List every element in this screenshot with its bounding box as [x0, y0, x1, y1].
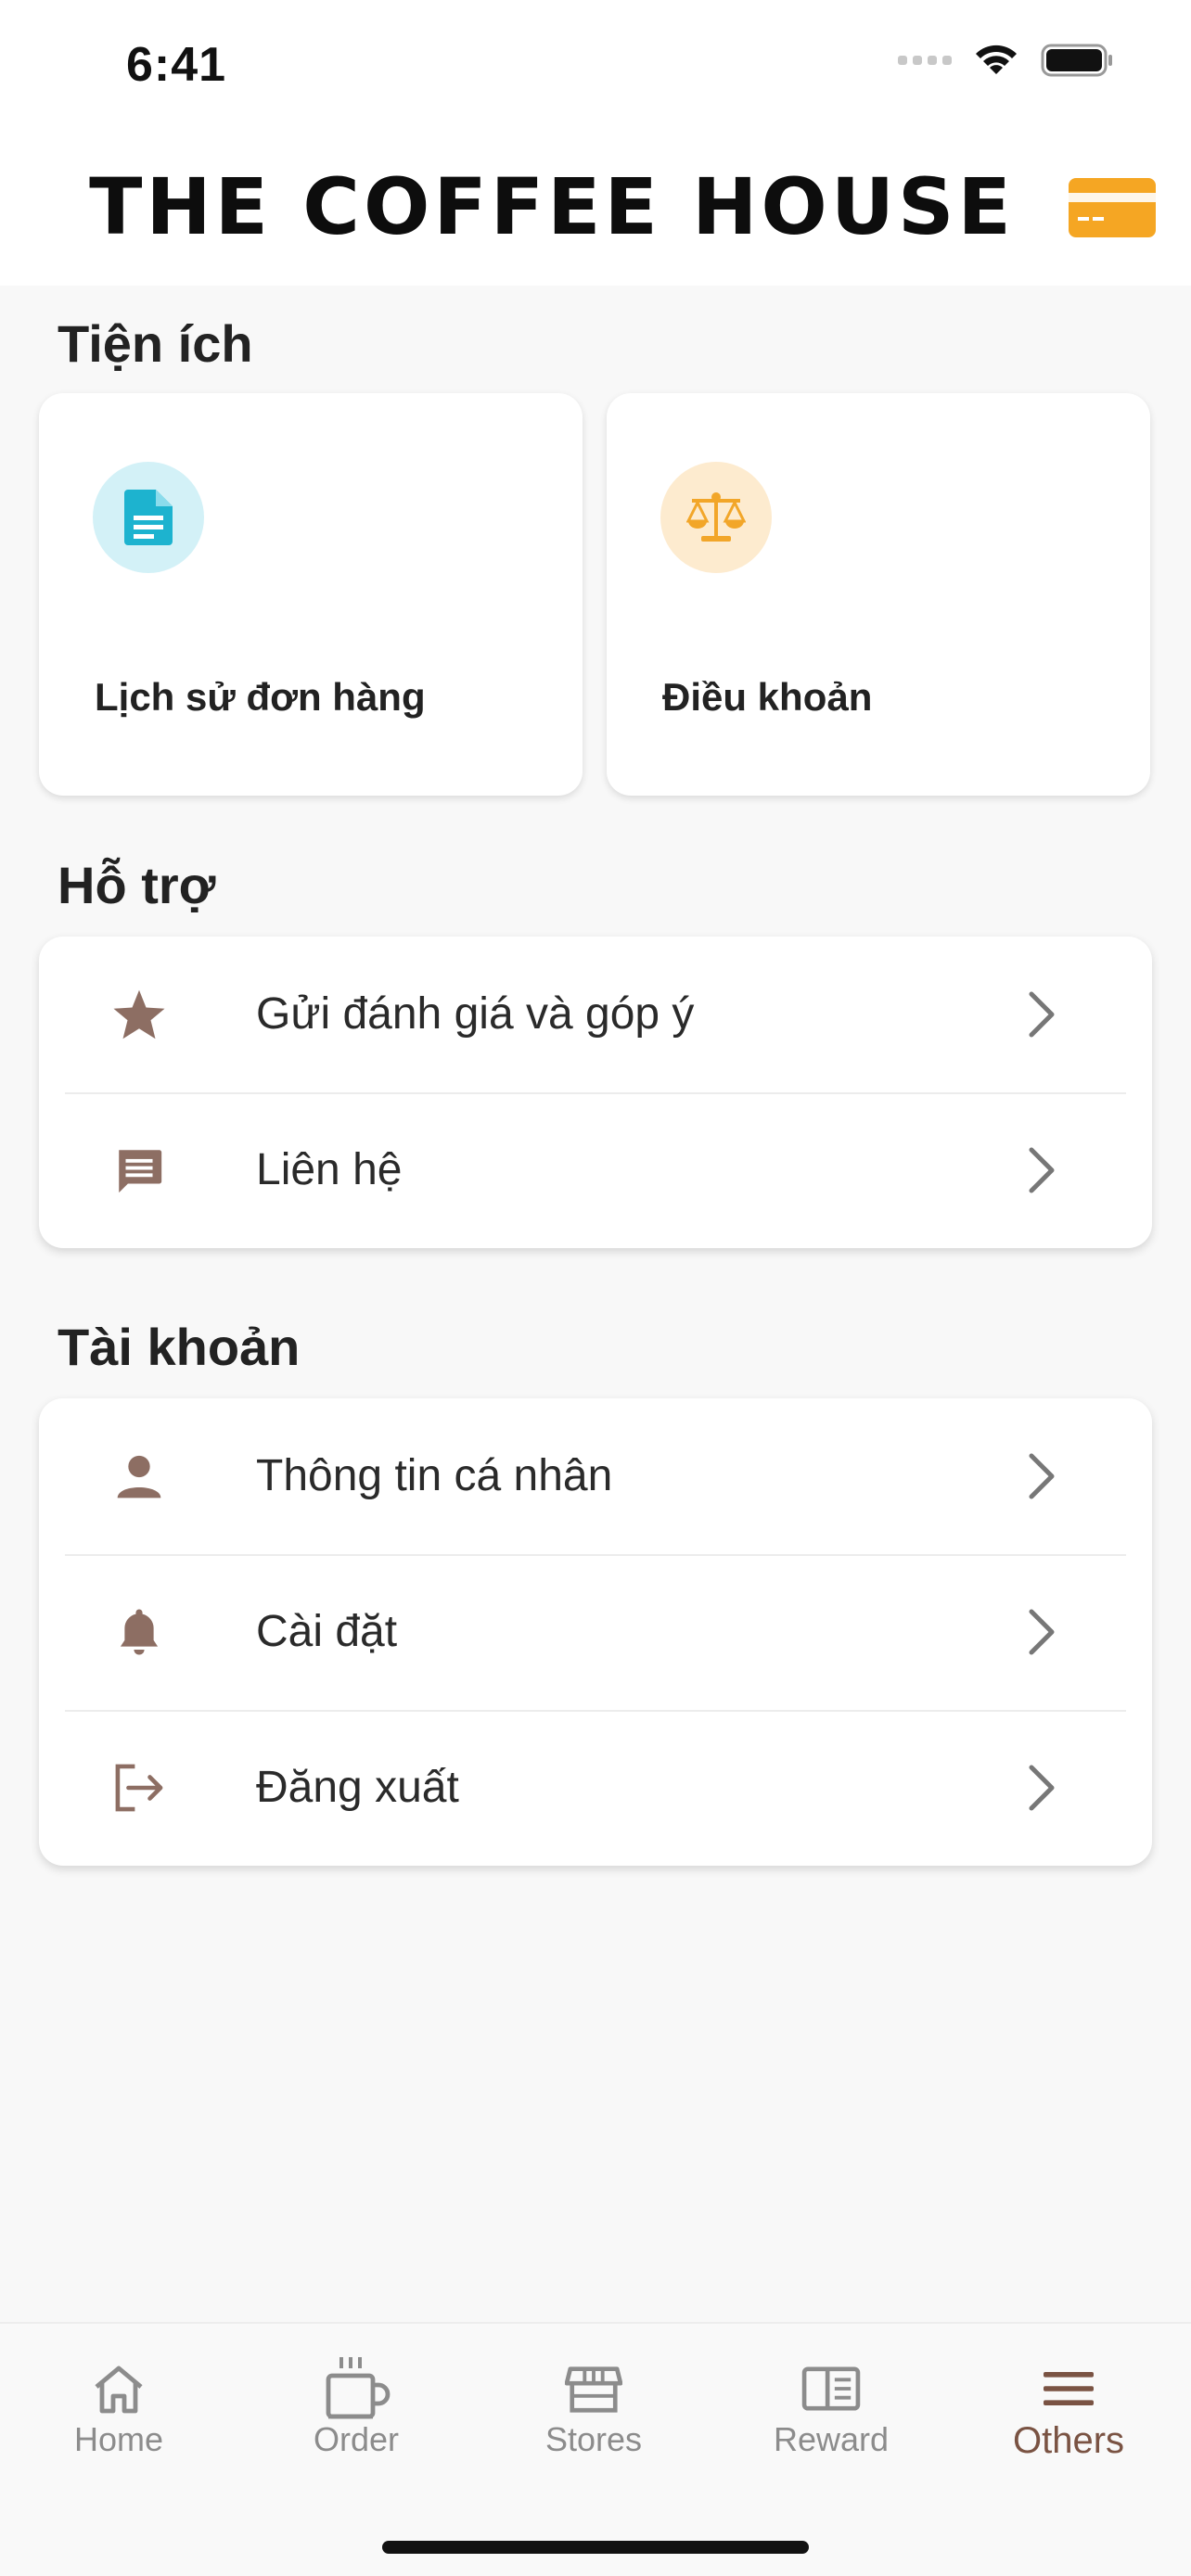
logout-icon: [111, 1760, 167, 1816]
message-icon: [111, 1142, 167, 1198]
store-icon: [557, 2352, 631, 2426]
chevron-right-icon: [1029, 1453, 1055, 1499]
status-bar: 6:41: [0, 0, 1191, 130]
menu-icon: [1031, 2352, 1106, 2426]
brand-logo: THE COFFEE HOUSE: [89, 161, 1015, 252]
tab-home-label: Home: [73, 2420, 164, 2458]
tab-reward-label: Reward: [773, 2420, 890, 2458]
document-icon: [93, 462, 204, 573]
section-title-account: Tài khoản: [58, 1318, 301, 1376]
tab-stores-label: Stores: [544, 2420, 643, 2458]
tab-others[interactable]: Others: [950, 2324, 1187, 2481]
app-header: THE COFFEE HOUSE: [0, 130, 1191, 286]
chevron-right-icon: [1029, 1765, 1055, 1811]
tab-order-label: Order: [313, 2420, 400, 2458]
section-title-support: Hỗ trợ: [58, 856, 216, 914]
status-time: 6:41: [126, 38, 227, 92]
home-icon: [82, 2352, 156, 2426]
list-item-logout[interactable]: Đăng xuất: [39, 1710, 1152, 1866]
settings-label: Cài đặt: [256, 1607, 398, 1656]
chevron-right-icon: [1029, 1147, 1055, 1193]
tab-stores[interactable]: Stores: [475, 2324, 712, 2481]
star-icon: [111, 987, 167, 1042]
home-indicator: [382, 2541, 809, 2554]
support-list: Gửi đánh giá và góp ý Liên hệ: [39, 937, 1152, 1248]
membership-card-icon[interactable]: [1069, 178, 1156, 237]
battery-icon: [1041, 44, 1112, 77]
list-item-feedback[interactable]: Gửi đánh giá và góp ý: [39, 937, 1152, 1092]
section-title-utilities: Tiện ích: [58, 314, 253, 373]
account-list: Thông tin cá nhân Cài đặt Đăng xuất: [39, 1398, 1152, 1866]
chevron-right-icon: [1029, 1609, 1055, 1655]
tab-order[interactable]: Order: [237, 2324, 475, 2481]
bottom-tab-bar: Home Order Stores Reward Others: [0, 2322, 1191, 2576]
order-history-card[interactable]: Lịch sử đơn hàng: [39, 393, 583, 796]
list-item-settings[interactable]: Cài đặt: [39, 1554, 1152, 1710]
tab-reward[interactable]: Reward: [712, 2324, 950, 2481]
feedback-label: Gửi đánh giá và góp ý: [256, 989, 695, 1039]
bell-icon: [111, 1604, 167, 1660]
person-icon: [111, 1448, 167, 1504]
coffee-cup-icon: [319, 2352, 393, 2426]
cellular-signal-icon: [898, 56, 952, 65]
logout-label: Đăng xuất: [256, 1763, 459, 1812]
reward-book-icon: [794, 2352, 868, 2426]
scale-icon: [660, 462, 772, 573]
tab-home[interactable]: Home: [0, 2324, 237, 2481]
order-history-label: Lịch sử đơn hàng: [95, 675, 426, 719]
status-icons: [898, 43, 1115, 78]
terms-label: Điều khoản: [662, 675, 873, 719]
wifi-icon: [976, 45, 1017, 74]
profile-label: Thông tin cá nhân: [256, 1451, 613, 1500]
terms-card[interactable]: Điều khoản: [607, 393, 1150, 796]
list-item-profile[interactable]: Thông tin cá nhân: [39, 1398, 1152, 1554]
contact-label: Liên hệ: [256, 1145, 403, 1194]
list-item-contact[interactable]: Liên hệ: [39, 1092, 1152, 1248]
tab-others-label: Others: [1012, 2420, 1125, 2461]
chevron-right-icon: [1029, 991, 1055, 1038]
